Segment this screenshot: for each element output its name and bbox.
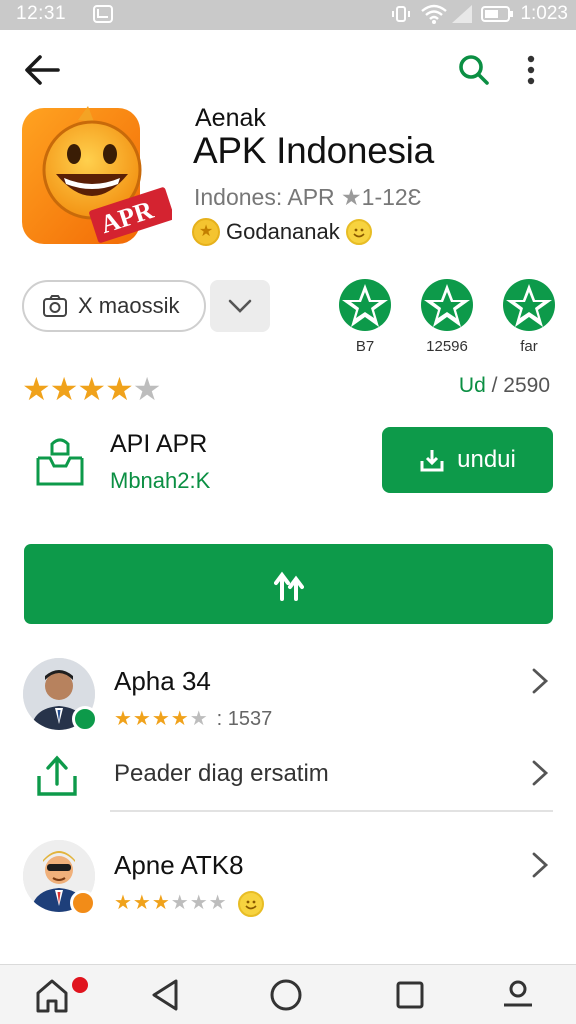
share-row-label[interactable]: Peader diag ersatim <box>114 760 329 788</box>
apk-subtitle: Mbnah2:K <box>110 468 211 493</box>
back-nav-button[interactable] <box>146 975 194 1019</box>
share-icon <box>36 754 78 798</box>
profile-nav-button[interactable] <box>498 975 546 1019</box>
home-circle-button[interactable] <box>266 975 314 1019</box>
review-count: : 1537 <box>216 708 273 730</box>
smiley-icon <box>345 219 372 245</box>
developer-name: Godananak <box>226 219 340 244</box>
level-badge-icon <box>70 890 96 916</box>
rating-count: / 2590 <box>491 374 550 397</box>
app-meta: Indones: APR ★1-12Ԑ <box>194 184 422 211</box>
review-stars: ★★★★★★ <box>114 890 265 917</box>
chevron-right-icon[interactable] <box>528 666 552 696</box>
install-button[interactable] <box>24 544 553 624</box>
review-name: Apha 34 <box>114 666 211 696</box>
review-stars: ★★★★★: 1537 <box>114 708 273 730</box>
gallery-icon <box>92 3 114 30</box>
app-subtitle: Aenak <box>195 104 266 132</box>
star-badge-icon <box>339 279 391 331</box>
review-name: Apne ATK8 <box>114 850 244 880</box>
filter-chip-label: X maossik <box>78 293 180 318</box>
filter-dropdown-button[interactable] <box>210 280 270 332</box>
triangle-back-icon <box>152 979 178 1011</box>
download-button[interactable]: undui <box>382 427 553 493</box>
download-button-label: undui <box>457 446 516 473</box>
notification-dot <box>72 977 88 993</box>
app-icon: APR <box>22 106 175 246</box>
badge-3[interactable]: far <box>494 276 564 355</box>
chevron-right-icon[interactable] <box>528 758 552 788</box>
camera-icon <box>43 295 67 317</box>
chevron-down-icon <box>228 299 252 313</box>
navigation-bar <box>0 964 576 1024</box>
battery-icon <box>480 3 514 30</box>
smiley-icon <box>238 890 265 917</box>
verified-badge-icon <box>72 706 98 732</box>
chevron-right-icon[interactable] <box>528 850 552 880</box>
back-button[interactable] <box>22 50 70 94</box>
home-icon <box>36 979 68 1013</box>
app-developer[interactable]: ★ Godananak <box>192 218 372 246</box>
rating-stars: ★★★★★ <box>22 371 161 407</box>
download-icon <box>420 450 444 472</box>
badge-2-label: 12596 <box>426 338 468 355</box>
app-title: APK Indonesia <box>193 130 434 171</box>
apk-title: API APR <box>110 430 208 458</box>
rating-green-label: Ud <box>458 374 486 397</box>
more-options-button[interactable] <box>524 52 560 96</box>
coin-icon: ★ <box>192 218 220 246</box>
badge-1-label: B7 <box>355 338 375 355</box>
status-bar: 12:31 1:023 <box>0 0 576 30</box>
app-detail-sheet: APR Aenak APK Indonesia Indones: APR ★1-… <box>0 30 576 1024</box>
vibrate-icon <box>390 3 412 30</box>
recents-nav-button[interactable] <box>390 975 438 1019</box>
signal-icon <box>450 3 474 30</box>
square-recents-icon <box>396 981 424 1009</box>
app-meta-text: Indones: APR <box>194 184 335 210</box>
filter-chip[interactable]: X maossik <box>22 280 206 332</box>
status-time-right: 1:023 <box>520 3 568 24</box>
star-badge-icon <box>421 279 473 331</box>
divider <box>110 810 553 812</box>
badge-3-label: far <box>520 338 538 355</box>
search-button[interactable] <box>456 52 500 96</box>
star-icon: ★ <box>341 184 362 210</box>
badge-2[interactable]: 12596 <box>412 276 482 355</box>
apk-download-icon <box>34 434 86 488</box>
search-icon <box>459 55 489 85</box>
person-icon <box>504 980 532 1007</box>
rating-summary: Ud / 2590 <box>459 374 550 398</box>
wifi-icon <box>420 3 448 30</box>
more-vert-icon <box>527 55 535 85</box>
app-meta-rating: 1-12Ԑ <box>361 184 422 210</box>
circle-home-icon <box>270 979 302 1011</box>
status-time-left: 12:31 <box>16 3 67 24</box>
badge-1[interactable]: B7 <box>330 276 400 355</box>
upload-arrows-icon <box>273 571 304 601</box>
arrow-left-icon <box>25 55 60 85</box>
star-badge-icon <box>503 279 555 331</box>
